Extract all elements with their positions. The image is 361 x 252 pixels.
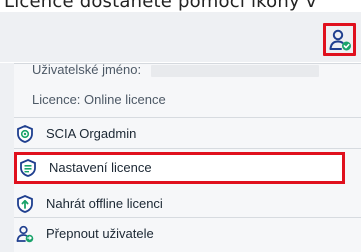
menu-item-label: Nastavení licence: [49, 160, 152, 175]
menu-item-label: SCIA Orgadmin: [46, 126, 137, 141]
licence-status: Licence: Online licence: [32, 92, 166, 112]
menu-item-label: Nahrát offline licenci: [46, 196, 163, 211]
menu-item-upload-offline-licence[interactable]: Nahrát offline licenci: [14, 191, 361, 216]
licence-label: Licence: Online licence: [32, 92, 166, 107]
shield-settings-icon: [19, 158, 37, 177]
account-button[interactable]: [323, 23, 356, 56]
shield-upload-icon: [16, 194, 34, 213]
menu-item-scia-orgadmin[interactable]: SCIA Orgadmin: [14, 121, 361, 146]
menu-separator: [14, 117, 361, 118]
menu-separator: [14, 217, 361, 218]
menu-left-gutter: [0, 63, 14, 252]
username-label: Uživatelské jméno:: [32, 62, 142, 77]
menu-separator: [14, 148, 361, 149]
switch-user-icon: [16, 225, 34, 243]
title-bar: [0, 12, 361, 62]
instruction-text: Licence dostanete pomocí ikony v: [4, 0, 317, 12]
username-value-redacted: [150, 64, 319, 77]
username-row: Uživatelské jméno:: [32, 62, 319, 82]
shield-account-icon: [16, 124, 34, 143]
menu-item-licence-settings[interactable]: Nastavení licence: [17, 155, 361, 180]
menu-item-label: Přepnout uživatele: [46, 226, 154, 241]
menu-item-switch-user[interactable]: Přepnout uživatele: [14, 221, 361, 246]
user-settings-icon: [329, 29, 351, 50]
